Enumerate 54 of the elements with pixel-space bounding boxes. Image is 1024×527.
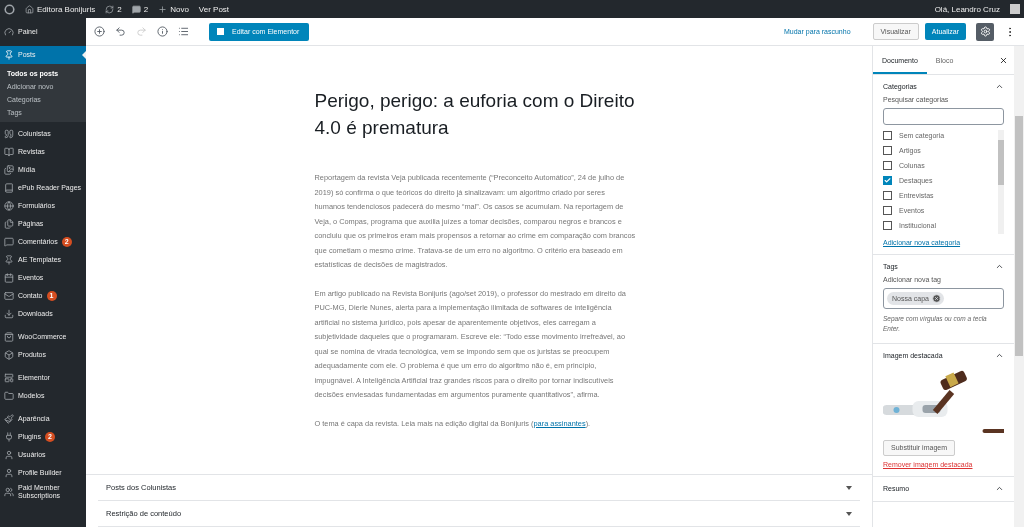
gauge-icon (4, 27, 14, 37)
refresh-icon (105, 4, 115, 14)
pin-icon (4, 50, 14, 60)
home-icon (25, 4, 34, 14)
chevron-icon[interactable] (995, 82, 1004, 91)
calendar-icon (4, 273, 14, 283)
checkbox[interactable] (883, 161, 892, 170)
search-field[interactable] (883, 108, 1004, 125)
undo-icon[interactable] (115, 26, 126, 37)
pages-icon (4, 219, 14, 229)
envelope-icon (4, 291, 14, 301)
quote-icon (4, 129, 14, 139)
checkbox[interactable] (883, 176, 892, 185)
info-icon[interactable] (157, 26, 168, 37)
post-title[interactable]: Perigo, perigo: a euforia com o Direito 4.0 é prematura (314, 88, 637, 142)
caret-icon (846, 511, 852, 516)
add-block-icon[interactable] (94, 26, 105, 37)
pin-icon (4, 255, 14, 265)
user-icon (4, 450, 14, 460)
site-link[interactable]: Editora Bonijuris (25, 4, 96, 14)
speech-bubble-icon (131, 4, 141, 14)
bag-icon (4, 332, 14, 342)
updates-link[interactable]: 2 (105, 4, 122, 14)
new-link[interactable]: Novo (158, 4, 189, 14)
comments-link[interactable]: 2 (131, 4, 149, 14)
globe-icon (4, 201, 14, 211)
plug-icon (4, 432, 14, 442)
settings-button[interactable] (976, 22, 994, 41)
book-icon (4, 183, 14, 193)
settings-icon (979, 26, 991, 37)
checkbox[interactable] (883, 206, 892, 215)
checkbox[interactable] (883, 191, 892, 200)
plus-icon (158, 4, 168, 14)
book-icon (4, 147, 14, 157)
user-icon (4, 468, 14, 478)
view-post-link[interactable]: Ver Post (198, 4, 230, 14)
close-icon[interactable] (999, 55, 1008, 65)
layout-icon (4, 373, 14, 383)
speech-bubble-icon (4, 237, 14, 247)
users-icon (4, 487, 14, 498)
checkbox[interactable] (883, 131, 892, 140)
checkbox[interactable] (883, 221, 892, 230)
brush-icon (4, 414, 14, 424)
user-greeting[interactable]: Olá, Leandro Cruz (934, 4, 1000, 14)
avatar-icon (1010, 4, 1020, 14)
checkbox[interactable] (883, 146, 892, 155)
list-icon[interactable] (178, 26, 189, 37)
chevron-icon[interactable] (995, 262, 1004, 271)
download-icon (4, 309, 14, 319)
remove-icon[interactable] (931, 294, 941, 303)
box-icon (4, 350, 14, 360)
caret-icon (846, 485, 852, 490)
images-icon (4, 165, 14, 175)
folder-icon (4, 391, 14, 401)
